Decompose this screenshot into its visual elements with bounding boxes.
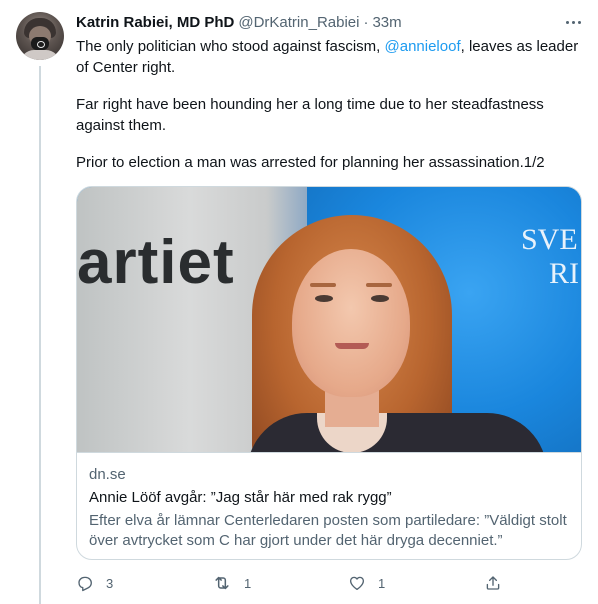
portrait-eye <box>371 295 389 302</box>
avatar-mask <box>31 37 49 50</box>
avatar[interactable] <box>16 12 64 60</box>
tweet-text-line: Prior to election a man was arrested for… <box>76 154 545 171</box>
display-name[interactable]: Katrin Rabiei, MD PhD <box>76 14 234 31</box>
like-count: 1 <box>378 575 386 591</box>
retweet-count: 1 <box>244 575 252 591</box>
portrait-brow <box>366 283 392 287</box>
tweet-text-line: The only politician who stood against fa… <box>76 36 586 57</box>
card-description: Efter elva år lämnar Centerledaren poste… <box>89 512 567 549</box>
link-preview-card[interactable]: artiet SVE RI dn.se Annie Lööf avgår: ”J… <box>76 186 582 560</box>
reply-count: 3 <box>106 575 114 591</box>
timestamp[interactable]: 33m <box>372 14 401 31</box>
image-backdrop-text-right: SVE RI <box>521 223 579 291</box>
mention-link[interactable]: @annieloof <box>385 38 461 55</box>
image-backdrop-text-right-line: RI <box>549 257 579 290</box>
heart-icon <box>349 576 365 591</box>
retweet-icon <box>215 576 229 590</box>
portrait-eye <box>315 295 333 302</box>
share-button[interactable] <box>484 570 502 596</box>
tweet-text-line: Far right have been hounding her a long … <box>76 96 544 113</box>
tweet-text-segment: , leaves as leader <box>460 38 579 55</box>
thread-connector-line <box>39 66 41 604</box>
share-icon <box>486 576 500 590</box>
portrait-brow <box>310 283 336 287</box>
image-backdrop-text-left: artiet <box>77 228 235 297</box>
card-meta[interactable]: dn.se Annie Lööf avgår: ”Jag står här me… <box>77 452 581 559</box>
card-domain: dn.se <box>89 466 126 483</box>
more-options-icon[interactable] <box>562 12 584 32</box>
like-button[interactable]: 1 <box>348 570 385 596</box>
tweet-text: The only politician who stood against fa… <box>76 36 586 173</box>
tweet-text-segment: The only politician who stood against fa… <box>76 38 385 55</box>
card-title: Annie Lööf avgår: ”Jag står här med rak … <box>89 489 392 506</box>
reply-icon <box>78 576 92 592</box>
tweet-text-line: against them. <box>76 117 167 134</box>
tweet-actions: 3 1 1 <box>76 570 508 596</box>
tweet-text-line: of Center right. <box>76 59 176 76</box>
portrait-face <box>292 249 410 397</box>
card-image[interactable]: artiet SVE RI <box>77 187 581 452</box>
portrait-jacket <box>247 413 547 452</box>
portrait-mouth <box>335 343 369 349</box>
avatar-shirt <box>20 50 60 60</box>
image-backdrop-text-right-line: SVE <box>521 223 578 256</box>
retweet-button[interactable]: 1 <box>212 570 251 596</box>
reply-button[interactable]: 3 <box>76 570 113 596</box>
tweet-header: Katrin Rabiei, MD PhD @DrKatrin_Rabiei ·… <box>76 14 402 34</box>
separator-dot: · <box>363 14 369 31</box>
user-handle[interactable]: @DrKatrin_Rabiei <box>238 14 359 31</box>
